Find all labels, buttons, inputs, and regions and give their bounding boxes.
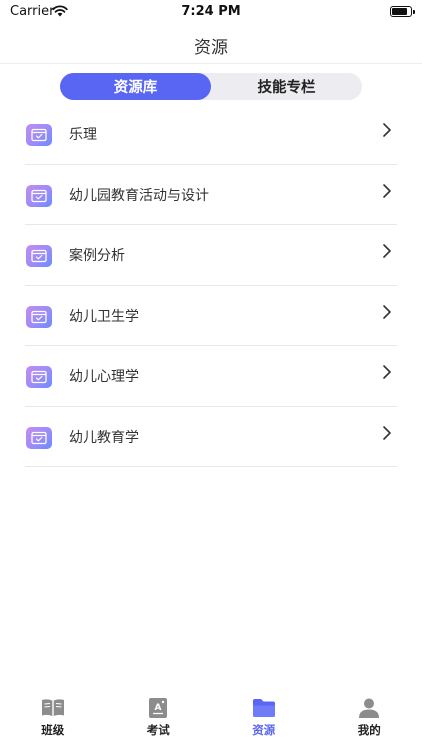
clock: 7:24 PM [181, 4, 241, 19]
list-item[interactable]: 幼儿心理学 [0, 346, 422, 407]
list-item[interactable]: 幼儿卫生学 [0, 286, 422, 346]
tab-label: 我的 [357, 723, 381, 737]
status-bar: Carrier 7:24 PM [0, 0, 422, 24]
list-item-label: 幼儿心理学 [69, 369, 139, 385]
list-item[interactable]: 案例分析 [0, 225, 422, 286]
chevron-right-icon [383, 244, 391, 258]
chevron-right-icon [383, 304, 391, 319]
chevron-right-icon [383, 183, 391, 198]
user-icon [359, 698, 380, 718]
list-item-label: 幼儿园教育活动与设计 [69, 187, 209, 204]
list-item-label: 幼儿教育学 [69, 429, 139, 446]
tab-label: 班级 [41, 723, 65, 737]
list-item[interactable]: 幼儿园教育活动与设计 [0, 165, 422, 225]
list-item[interactable]: 幼儿教育学 [0, 407, 422, 467]
battery-icon [390, 6, 415, 17]
folder-icon [26, 184, 52, 207]
chevron-right-icon [383, 123, 391, 137]
folder-icon [26, 245, 52, 267]
resource-list: 乐理 幼儿园教育活动与设计 案例分析 幼儿卫生学 幼儿心理学 幼儿教育学 [0, 104, 422, 467]
tab-resource-library[interactable]: 资源库 [60, 73, 211, 100]
chevron-right-icon [383, 365, 391, 379]
tab-label: 资源 [252, 723, 276, 737]
tab-label: 考试 [146, 723, 170, 737]
list-item-label: 案例分析 [69, 248, 125, 264]
chevron-right-icon [383, 425, 391, 440]
nav-divider [0, 63, 422, 64]
folder-icon [26, 305, 52, 328]
tab-resource[interactable]: 资源 [211, 690, 317, 750]
list-item-label: 乐理 [69, 127, 97, 143]
folder-icon [26, 366, 52, 388]
tab-exam[interactable]: A 考试 [106, 690, 212, 750]
list-item[interactable]: 乐理 [0, 104, 422, 165]
page-title: 资源 [194, 38, 228, 58]
segmented-control: 资源库 技能专栏 [60, 73, 362, 100]
tab-mine[interactable]: 我的 [317, 690, 422, 750]
tab-skill-column[interactable]: 技能专栏 [211, 73, 362, 100]
tab-bar: 班级 A 考试 资源 我的 [0, 690, 422, 750]
list-item-label: 幼儿卫生学 [69, 308, 139, 325]
book-icon [41, 699, 64, 716]
tab-class[interactable]: 班级 [0, 690, 106, 750]
exam-icon: A [149, 698, 168, 718]
folder-icon [26, 124, 52, 146]
folder-icon [252, 699, 275, 717]
svg-text:A: A [155, 703, 162, 713]
folder-icon [26, 426, 52, 449]
